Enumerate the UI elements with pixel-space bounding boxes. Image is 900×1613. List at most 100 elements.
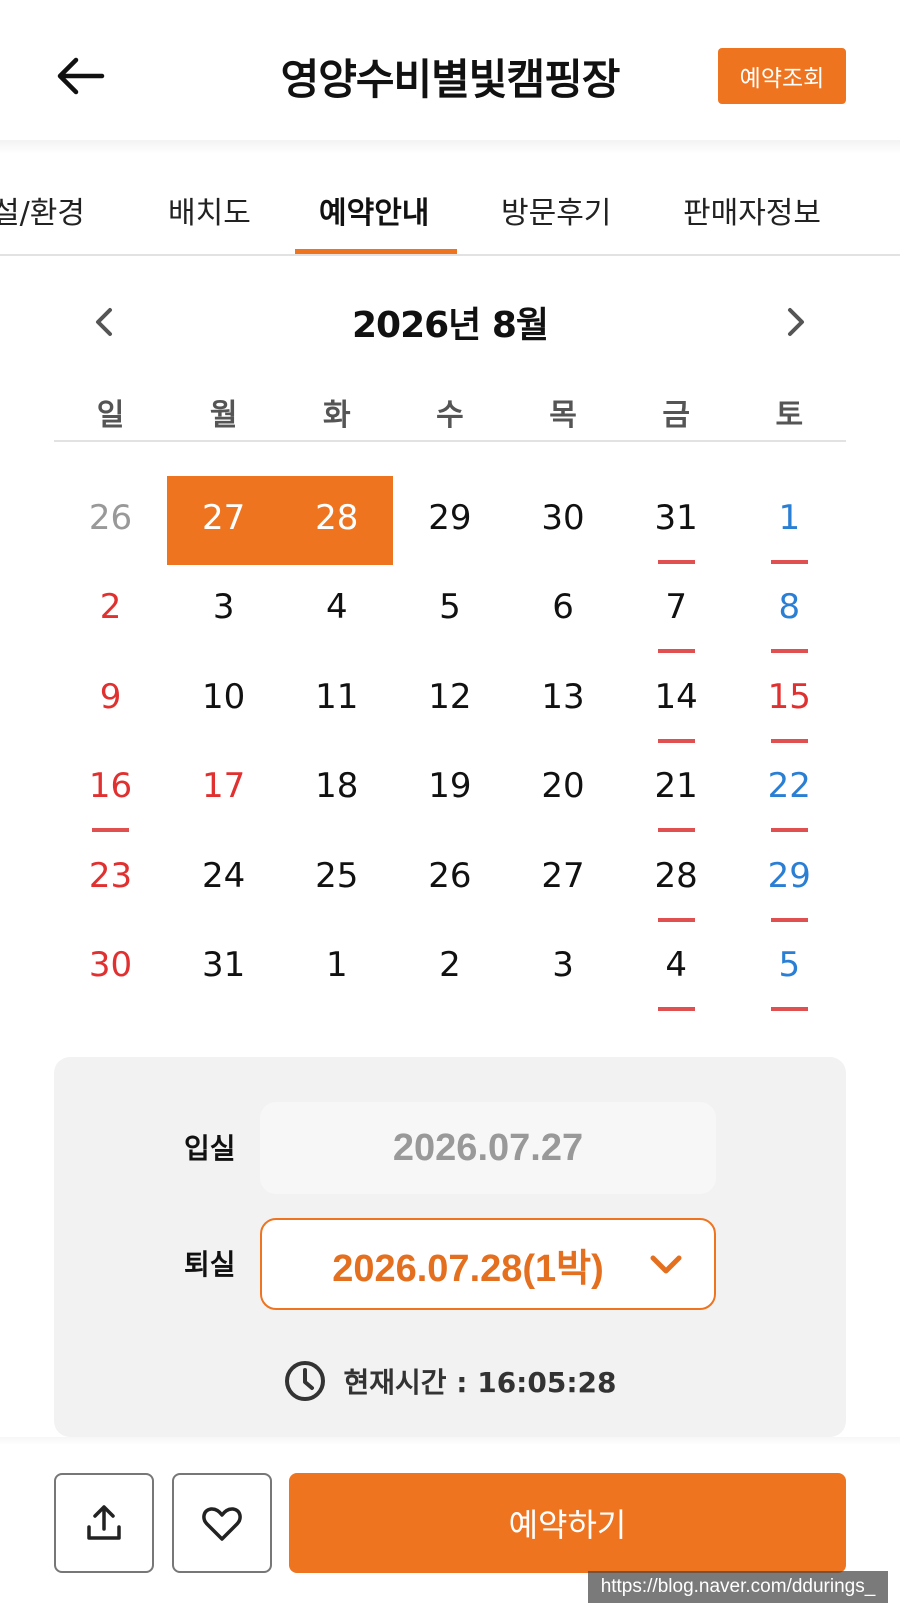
chevron-down-icon <box>650 1255 682 1274</box>
weekday-label: 토 <box>775 398 804 433</box>
blog-watermark: https://blog.naver.com/ddurings_ <box>588 1571 888 1603</box>
calendar-day[interactable]: 9 <box>54 655 167 744</box>
calendar-day[interactable]: 10 <box>167 655 280 744</box>
calendar-day[interactable]: 11 <box>280 655 393 744</box>
calendar-day[interactable]: 30 <box>507 476 620 565</box>
checkin-date-field[interactable] <box>260 1102 716 1194</box>
day-number: 30 <box>88 944 133 985</box>
day-number: 27 <box>541 855 585 896</box>
calendar-day[interactable]: 1 <box>280 923 393 1012</box>
tab-facilities[interactable]: 설/환경 <box>0 188 85 232</box>
calendar-day[interactable]: 5 <box>733 923 846 1012</box>
calendar-grid: 26 27 28 29 30 31 1 2 3 4 5 6 7 8 9 10 1… <box>54 476 846 1012</box>
calendar-day[interactable]: 24 <box>167 834 280 923</box>
day-number: 23 <box>88 855 133 896</box>
day-number: 1 <box>778 498 801 538</box>
booking-info-panel: 입실 퇴실 2026.07.28(1박) 현재시간 : 16:05:28 <box>54 1057 846 1437</box>
calendar-week: 26 27 28 29 30 31 1 <box>54 476 846 566</box>
app-header: 영양수비별빛캠핑장 예약조회 <box>0 0 900 140</box>
tab-reviews[interactable]: 방문후기 <box>501 188 611 232</box>
calendar-day[interactable]: 8 <box>733 565 846 654</box>
calendar-day[interactable]: 30 <box>54 923 167 1012</box>
calendar-day[interactable]: 26 <box>393 834 506 923</box>
calendar-day[interactable]: 23 <box>54 834 167 923</box>
availability-bar <box>657 828 695 833</box>
active-tab-indicator <box>295 249 457 254</box>
calendar-day[interactable]: 1 <box>733 476 846 565</box>
calendar-day[interactable]: 12 <box>393 655 506 744</box>
day-number: 30 <box>541 498 585 538</box>
calendar-day[interactable]: 6 <box>507 565 620 654</box>
calendar-day[interactable]: 3 <box>167 565 280 654</box>
day-number: 4 <box>665 944 687 985</box>
day-number: 22 <box>767 766 811 807</box>
clock-icon <box>285 1361 326 1401</box>
weekday-label: 금 <box>662 398 690 433</box>
reservation-lookup-button[interactable]: 예약조회 <box>718 48 846 104</box>
calendar-day[interactable]: 29 <box>393 476 506 565</box>
tab-layout-map[interactable]: 배치도 <box>168 188 251 232</box>
calendar-day[interactable]: 17 <box>167 744 280 833</box>
day-number: 20 <box>541 766 585 807</box>
day-number: 25 <box>315 855 359 896</box>
day-number: 9 <box>99 676 122 717</box>
day-number: 31 <box>654 498 698 538</box>
calendar-day[interactable]: 18 <box>280 744 393 833</box>
calendar-day[interactable]: 28 <box>620 834 733 923</box>
calendar-day[interactable]: 29 <box>733 834 846 923</box>
calendar-day[interactable]: 19 <box>393 744 506 833</box>
calendar-day[interactable]: 25 <box>280 834 393 923</box>
checkout-date-select[interactable]: 2026.07.28(1박) <box>260 1218 716 1310</box>
calendar-day[interactable]: 2 <box>393 923 506 1012</box>
day-number: 3 <box>552 944 574 985</box>
day-number: 2 <box>439 944 461 985</box>
calendar-day[interactable]: 20 <box>507 744 620 833</box>
calendar-day[interactable]: 26 <box>54 476 167 565</box>
day-number: 14 <box>654 676 698 717</box>
calendar-day[interactable]: 7 <box>620 565 733 654</box>
calendar-day[interactable]: 13 <box>507 655 620 744</box>
day-number: 5 <box>439 587 461 628</box>
calendar-day[interactable]: 3 <box>507 923 620 1012</box>
day-number: 1 <box>325 944 348 985</box>
day-number: 6 <box>552 587 574 628</box>
share-button[interactable] <box>54 1473 154 1573</box>
weekday-label: 일 <box>96 398 125 433</box>
calendar-day[interactable]: 5 <box>393 565 506 654</box>
availability-bar <box>657 1006 695 1011</box>
reserve-button[interactable]: 예약하기 <box>289 1473 846 1573</box>
calendar-day[interactable]: 22 <box>733 744 846 833</box>
calendar-week: 9 10 11 12 13 14 15 <box>54 655 846 744</box>
day-number: 26 <box>88 498 133 538</box>
calendar-day[interactable]: 4 <box>620 923 733 1012</box>
chevron-right-icon <box>788 308 804 336</box>
share-upload-icon <box>87 1505 121 1540</box>
calendar-day[interactable]: 15 <box>733 655 846 744</box>
next-month-button[interactable] <box>776 298 816 346</box>
day-number: 10 <box>202 676 246 717</box>
calendar-week: 23 24 25 26 27 28 29 <box>54 834 846 923</box>
availability-bar <box>770 917 808 922</box>
calendar-day[interactable]: 16 <box>54 744 167 833</box>
current-time: 현재시간 : 16:05:28 <box>54 1359 846 1403</box>
weekday-label: 수 <box>436 398 464 433</box>
calendar-day-selected[interactable]: 28 <box>280 476 394 566</box>
calendar-day[interactable]: 4 <box>280 565 393 654</box>
calendar-day[interactable]: 21 <box>620 744 733 833</box>
calendar-day[interactable]: 2 <box>54 565 167 654</box>
calendar-day[interactable]: 14 <box>620 655 733 744</box>
day-number: 31 <box>202 944 246 985</box>
tab-seller-info[interactable]: 판매자정보 <box>683 188 821 232</box>
calendar-day-selected[interactable]: 27 <box>167 476 281 566</box>
calendar-header: 2026년 8월 <box>0 290 900 360</box>
day-number: 28 <box>654 855 698 896</box>
availability-bar <box>657 917 695 922</box>
day-number: 5 <box>778 944 801 985</box>
calendar-day[interactable]: 31 <box>167 923 280 1012</box>
calendar-day[interactable]: 31 <box>620 476 733 565</box>
tab-reservation-info[interactable]: 예약안내 <box>319 188 429 232</box>
favorite-button[interactable] <box>172 1473 272 1573</box>
calendar-day[interactable]: 27 <box>507 834 620 923</box>
day-number: 12 <box>428 676 472 717</box>
day-number: 3 <box>212 587 235 628</box>
